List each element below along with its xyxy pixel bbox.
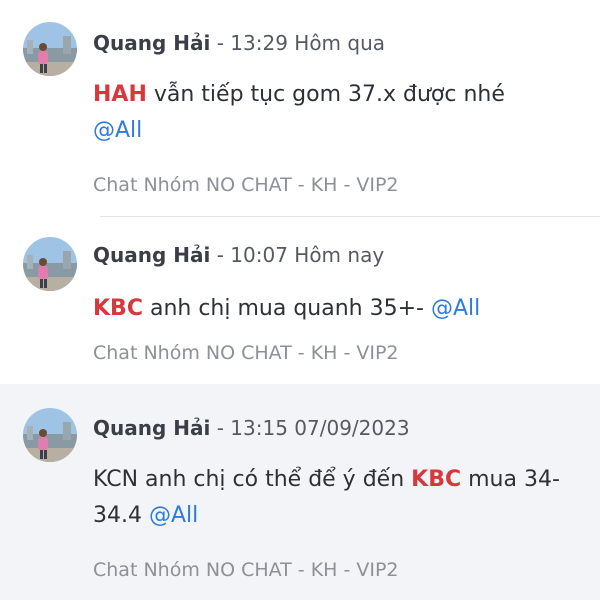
timestamp: 13:15 07/09/2023 bbox=[230, 416, 410, 440]
header-separator: - bbox=[210, 243, 231, 267]
mention-all[interactable]: @All bbox=[93, 118, 142, 143]
message-feed: Quang Hải - 13:29 Hôm qua HAH vẫn tiếp t… bbox=[0, 0, 600, 600]
message-source[interactable]: Chat Nhóm NO CHAT - KH - VIP2 bbox=[93, 341, 399, 365]
header-separator: - bbox=[210, 31, 231, 55]
author-name[interactable]: Quang Hải bbox=[93, 243, 210, 267]
stock-ticker[interactable]: HAH bbox=[93, 82, 147, 107]
message-source[interactable]: Chat Nhóm NO CHAT - KH - VIP2 bbox=[93, 558, 399, 582]
avatar[interactable] bbox=[23, 408, 77, 462]
mention-all[interactable]: @All bbox=[431, 296, 480, 321]
author-name[interactable]: Quang Hải bbox=[93, 31, 210, 55]
message-header: Quang Hải - 10:07 Hôm nay bbox=[93, 242, 384, 268]
message-text: vẫn tiếp tục gom 37.x được nhé bbox=[146, 82, 505, 107]
message-source[interactable]: Chat Nhóm NO CHAT - KH - VIP2 bbox=[93, 173, 399, 197]
message-item-selected[interactable]: Quang Hải - 13:15 07/09/2023 KCN anh chị… bbox=[0, 384, 600, 600]
avatar[interactable] bbox=[23, 22, 77, 76]
message-header: Quang Hải - 13:15 07/09/2023 bbox=[93, 415, 410, 441]
author-name[interactable]: Quang Hải bbox=[93, 416, 210, 440]
message-text: anh chị mua quanh 35+- bbox=[142, 296, 431, 321]
message-item[interactable]: Quang Hải - 10:07 Hôm nay KBC anh chị mu… bbox=[0, 217, 600, 384]
mention-all[interactable]: @All bbox=[149, 503, 198, 528]
stock-ticker[interactable]: KBC bbox=[411, 467, 461, 492]
message-body: KCN anh chị có thể để ý đến KBC mua 34-3… bbox=[93, 462, 573, 534]
stock-ticker[interactable]: KBC bbox=[93, 296, 143, 321]
message-header: Quang Hải - 13:29 Hôm qua bbox=[93, 30, 385, 56]
message-body: HAH vẫn tiếp tục gom 37.x được nhé @All bbox=[93, 77, 573, 149]
timestamp: 10:07 Hôm nay bbox=[230, 243, 385, 267]
timestamp: 13:29 Hôm qua bbox=[230, 31, 386, 55]
message-body: KBC anh chị mua quanh 35+- @All bbox=[93, 291, 573, 327]
avatar[interactable] bbox=[23, 237, 77, 291]
header-separator: - bbox=[210, 416, 231, 440]
message-item[interactable]: Quang Hải - 13:29 Hôm qua HAH vẫn tiếp t… bbox=[0, 0, 600, 217]
message-text: KCN anh chị có thể để ý đến bbox=[93, 467, 412, 492]
